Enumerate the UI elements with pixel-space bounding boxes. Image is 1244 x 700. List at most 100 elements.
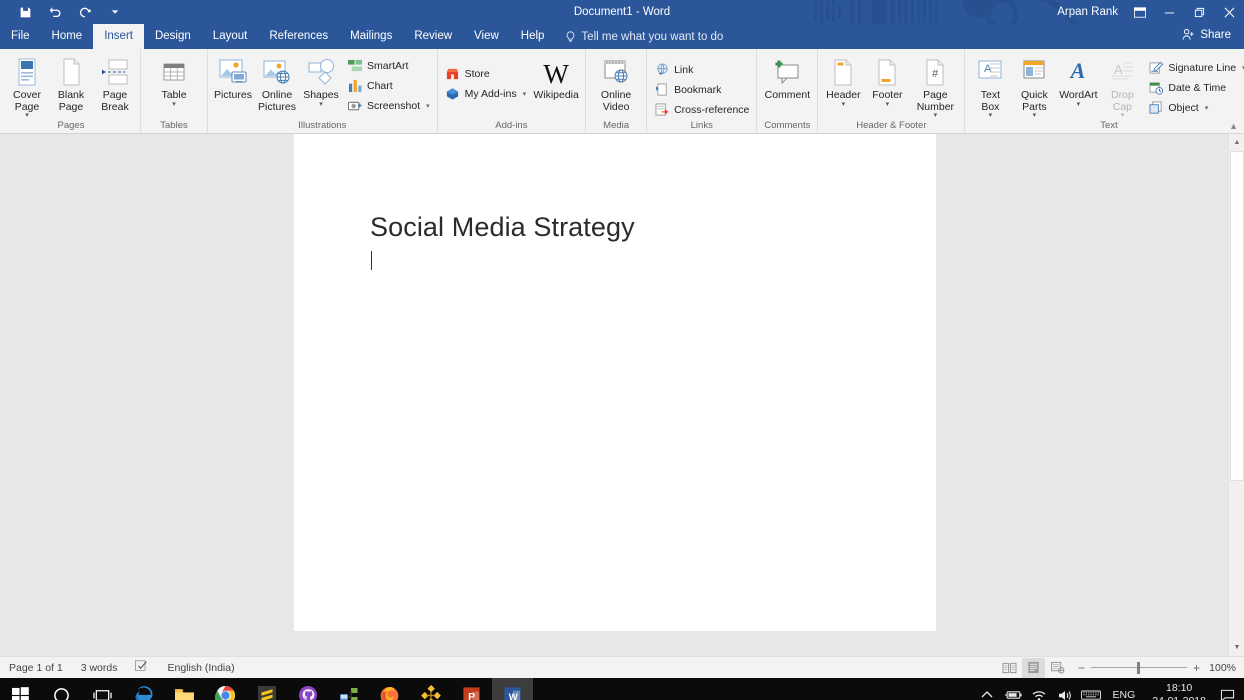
notifications-icon[interactable]: [1214, 678, 1240, 700]
customize-qat-icon[interactable]: [100, 1, 130, 23]
drop-cap-button[interactable]: A Drop Cap ▾: [1100, 54, 1144, 119]
online-video-button[interactable]: Online Video: [594, 54, 638, 113]
tab-file[interactable]: File: [0, 24, 41, 49]
text-box-caret[interactable]: ▾: [989, 112, 993, 119]
footer-caret[interactable]: ▾: [886, 101, 890, 108]
volume-icon[interactable]: [1052, 678, 1078, 700]
network-tool-icon[interactable]: [328, 678, 369, 700]
wordart-button[interactable]: A WordArt ▾: [1056, 54, 1100, 108]
word-icon[interactable]: W: [492, 678, 533, 700]
document-page[interactable]: Social Media Strategy: [294, 134, 936, 631]
zoom-slider[interactable]: [1090, 661, 1187, 674]
sublime-text-icon[interactable]: [246, 678, 287, 700]
keyboard-icon[interactable]: [1078, 678, 1104, 700]
table-button[interactable]: Table ▾: [152, 54, 196, 108]
github-desktop-icon[interactable]: [287, 678, 328, 700]
text-box-button[interactable]: A Text Box ▾: [968, 54, 1012, 119]
scroll-up-icon[interactable]: ▲: [1229, 134, 1244, 151]
my-addins-button[interactable]: My Add-ins ▾: [441, 84, 530, 104]
scrollbar-thumb[interactable]: [1230, 151, 1244, 481]
powerpoint-icon[interactable]: P: [451, 678, 492, 700]
page-count[interactable]: Page 1 of 1: [0, 662, 72, 674]
online-pictures-button[interactable]: Online Pictures: [255, 54, 299, 113]
show-hidden-icons-icon[interactable]: [974, 678, 1000, 700]
tab-home[interactable]: Home: [41, 24, 94, 49]
chart-button[interactable]: Chart: [343, 76, 434, 96]
start-button[interactable]: [0, 678, 41, 700]
chrome-icon[interactable]: [205, 678, 246, 700]
store-button[interactable]: Store: [441, 64, 530, 84]
quick-parts-button[interactable]: Quick Parts ▾: [1012, 54, 1056, 119]
file-explorer-icon[interactable]: [164, 678, 205, 700]
screenshot-caret[interactable]: ▾: [426, 102, 430, 110]
page-number-button[interactable]: # Page Number ▾: [909, 54, 961, 119]
taskbar-clock[interactable]: 18:10 24-01-2018: [1144, 682, 1214, 700]
share-button[interactable]: Share: [1175, 26, 1238, 43]
signature-line-button[interactable]: Signature Line ▾: [1144, 58, 1244, 78]
date-time-button[interactable]: Date & Time: [1144, 78, 1244, 98]
print-layout-button[interactable]: [1021, 657, 1045, 678]
collapse-ribbon-button[interactable]: ▲: [1229, 121, 1238, 131]
object-button[interactable]: Object ▾: [1144, 98, 1244, 118]
cover-page-button[interactable]: Cover Page ▾: [5, 54, 49, 119]
ribbon-display-options-icon[interactable]: [1126, 0, 1154, 24]
comment-button[interactable]: Comment: [760, 54, 814, 102]
zoom-slider-handle[interactable]: [1136, 661, 1140, 674]
save-icon[interactable]: [10, 1, 40, 23]
shapes-button[interactable]: Shapes ▾: [299, 54, 343, 108]
cross-reference-button[interactable]: Cross-reference: [650, 100, 753, 120]
tab-view[interactable]: View: [463, 24, 510, 49]
smartart-button[interactable]: SmartArt: [343, 56, 434, 76]
vertical-scrollbar[interactable]: ▲ ▼: [1228, 134, 1244, 656]
task-view-icon[interactable]: [82, 678, 123, 700]
tab-help[interactable]: Help: [510, 24, 556, 49]
cover-page-caret[interactable]: ▾: [25, 112, 29, 119]
wikipedia-button[interactable]: W Wikipedia: [530, 54, 582, 102]
tell-me-search[interactable]: Tell me what you want to do: [555, 24, 723, 49]
language-status[interactable]: English (India): [158, 662, 243, 674]
header-caret[interactable]: ▾: [842, 101, 846, 108]
my-addins-caret[interactable]: ▾: [523, 90, 527, 98]
undo-icon[interactable]: [40, 1, 70, 23]
mind-map-icon[interactable]: [410, 678, 451, 700]
restore-button[interactable]: [1184, 0, 1214, 24]
close-button[interactable]: [1214, 0, 1244, 24]
account-name[interactable]: Arpan Rank: [1057, 6, 1126, 18]
link-button[interactable]: Link: [650, 60, 753, 80]
read-mode-button[interactable]: [998, 658, 1021, 678]
minimize-button[interactable]: [1154, 0, 1184, 24]
screenshot-button[interactable]: Screenshot ▾: [343, 96, 434, 116]
footer-button[interactable]: Footer ▾: [865, 54, 909, 108]
zoom-in-button[interactable]: +: [1193, 661, 1200, 675]
cortana-search-icon[interactable]: [41, 678, 82, 700]
zoom-percent[interactable]: 100%: [1206, 662, 1236, 674]
wordart-caret[interactable]: ▾: [1077, 101, 1081, 108]
pictures-button[interactable]: Pictures: [211, 54, 255, 102]
tab-design[interactable]: Design: [144, 24, 202, 49]
shapes-caret[interactable]: ▾: [319, 101, 323, 108]
wifi-icon[interactable]: [1026, 678, 1052, 700]
firefox-icon[interactable]: [369, 678, 410, 700]
tab-review[interactable]: Review: [403, 24, 463, 49]
tab-references[interactable]: References: [258, 24, 339, 49]
bookmark-button[interactable]: Bookmark: [650, 80, 753, 100]
table-caret[interactable]: ▾: [172, 101, 176, 108]
zoom-out-button[interactable]: −: [1078, 661, 1085, 675]
header-button[interactable]: Header ▾: [821, 54, 865, 108]
scroll-down-icon[interactable]: ▼: [1229, 639, 1244, 656]
page-break-button[interactable]: Page Break: [93, 54, 137, 113]
redo-icon[interactable]: [70, 1, 100, 23]
battery-icon[interactable]: [1000, 678, 1026, 700]
proofing-status-icon[interactable]: [126, 660, 158, 675]
page-number-caret[interactable]: ▾: [934, 112, 938, 119]
tab-mailings[interactable]: Mailings: [339, 24, 403, 49]
edge-icon[interactable]: [123, 678, 164, 700]
object-caret[interactable]: ▾: [1205, 104, 1209, 112]
blank-page-button[interactable]: Blank Page: [49, 54, 93, 113]
web-layout-button[interactable]: [1046, 658, 1069, 678]
tab-layout[interactable]: Layout: [202, 24, 259, 49]
word-count[interactable]: 3 words: [72, 662, 127, 674]
language-indicator[interactable]: ENG: [1104, 689, 1145, 700]
tab-insert[interactable]: Insert: [93, 24, 144, 49]
quick-parts-caret[interactable]: ▾: [1033, 112, 1037, 119]
